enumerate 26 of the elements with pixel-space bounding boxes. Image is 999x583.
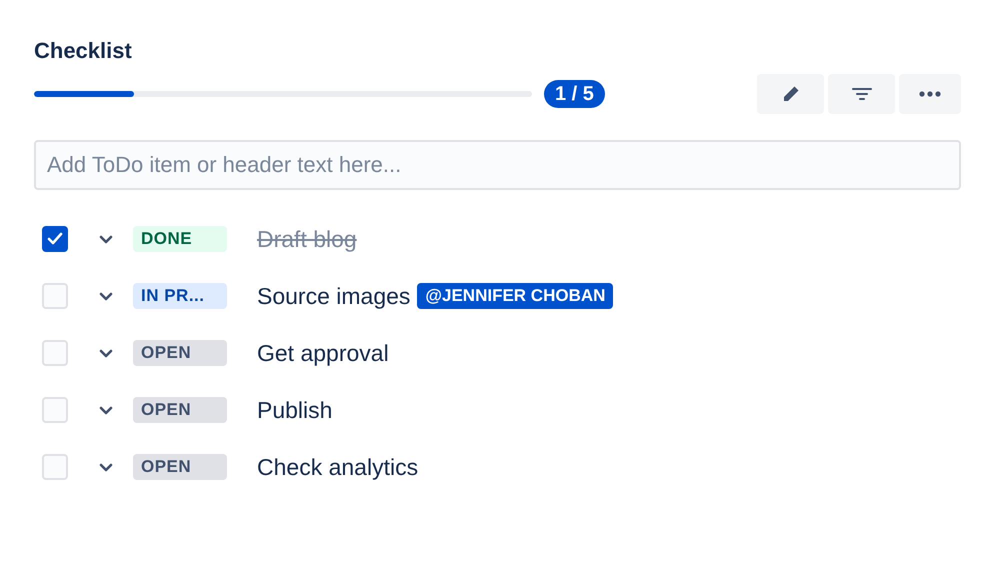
checklist-title: Checklist <box>34 38 133 65</box>
chevron-down-icon[interactable] <box>99 348 113 358</box>
filter-button[interactable] <box>828 74 895 114</box>
edit-button[interactable] <box>757 74 824 114</box>
more-button[interactable] <box>899 74 961 114</box>
chevron-down-icon[interactable] <box>99 462 113 472</box>
chevron-down-icon[interactable] <box>99 234 113 244</box>
item-text: Check analytics <box>257 454 418 480</box>
status-lozenge[interactable]: IN PR... <box>133 283 227 309</box>
mention-tag[interactable]: @JENNIFER CHOBAN <box>417 283 614 309</box>
status-lozenge[interactable]: DONE <box>133 226 227 252</box>
checkbox[interactable] <box>42 226 68 252</box>
add-item-field[interactable]: Add ToDo item or header text here... <box>34 140 961 190</box>
chevron-down-icon[interactable] <box>99 406 113 414</box>
item-text: Get approval <box>257 340 389 366</box>
status-lozenge[interactable]: OPEN <box>133 397 227 423</box>
filter-icon <box>852 87 872 101</box>
item-text: Source images <box>257 282 410 310</box>
status-lozenge[interactable]: OPEN <box>133 340 227 366</box>
chevron-down-icon[interactable] <box>99 292 113 300</box>
progress-count: 1 / 5 <box>544 80 605 108</box>
item-text: Publish <box>257 396 332 424</box>
more-icon <box>919 91 941 97</box>
item-text: Draft blog <box>257 226 357 252</box>
check-icon <box>47 232 63 246</box>
status-lozenge[interactable]: OPEN <box>133 454 227 480</box>
